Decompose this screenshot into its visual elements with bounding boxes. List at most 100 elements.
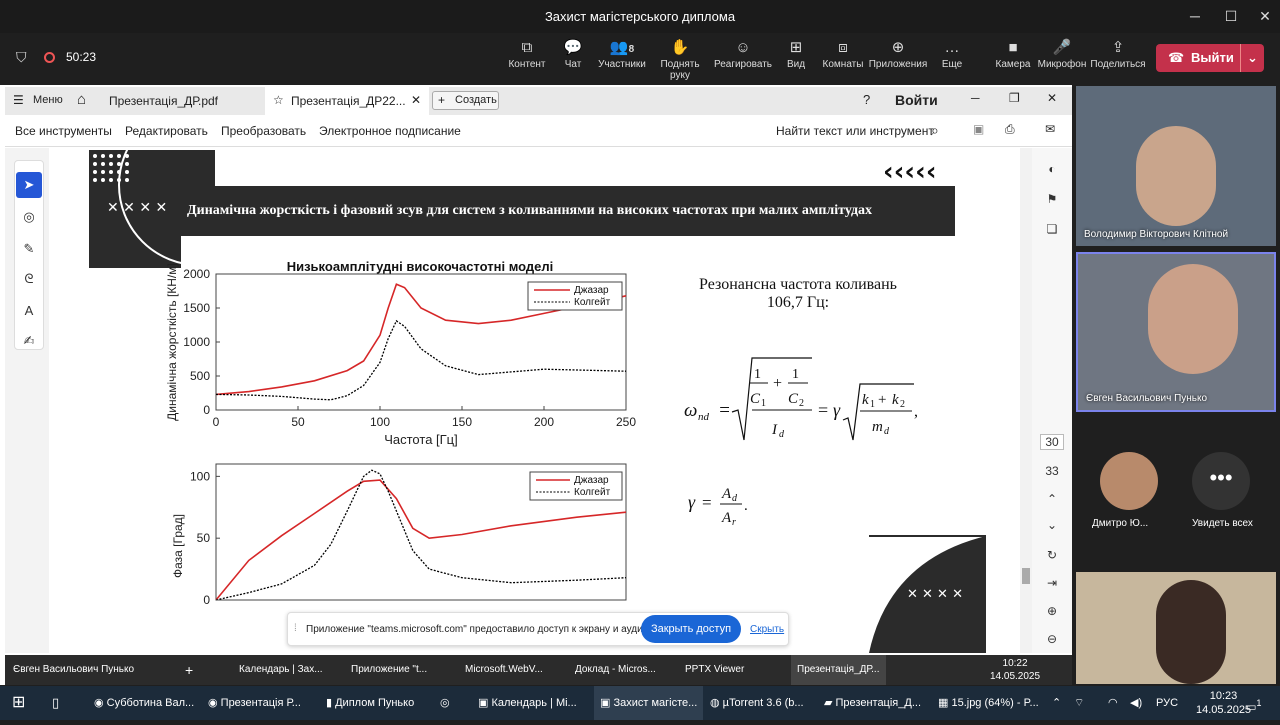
- react-button[interactable]: ☺ Реагировать: [713, 37, 773, 70]
- ellipsis-icon[interactable]: •••: [1192, 452, 1250, 510]
- home-icon[interactable]: ⌂: [77, 91, 86, 108]
- scrollbar-thumb[interactable]: [1022, 568, 1030, 584]
- video-tile-4[interactable]: [1076, 572, 1276, 684]
- avatar[interactable]: [1100, 452, 1158, 510]
- comment-icon[interactable]: ◎: [16, 204, 42, 230]
- task-item-5[interactable]: ▣ Захист магісте...: [594, 686, 704, 720]
- maximize-button[interactable]: ❐: [1009, 91, 1020, 105]
- all-tools-link[interactable]: Все инструменты: [15, 124, 112, 138]
- scrollbar[interactable]: [1020, 148, 1032, 653]
- tray-chevron-icon[interactable]: ⌃: [1052, 686, 1061, 720]
- mic-button[interactable]: 🎤 Микрофон: [1032, 37, 1092, 70]
- network-icon[interactable]: ⌔: [1074, 686, 1084, 720]
- bookmark-icon[interactable]: ⚑: [1040, 192, 1064, 206]
- chevron-down-icon[interactable]: ⌄: [1040, 518, 1064, 532]
- print-icon[interactable]: ⎙: [1005, 122, 1015, 137]
- tab-pdf-2[interactable]: ☆ Презентація_ДР22... ✕: [265, 87, 429, 115]
- export-icon[interactable]: ⇥: [1040, 576, 1064, 590]
- video-tile-1[interactable]: Володимир Вікторович Клітной: [1076, 86, 1276, 246]
- share-button[interactable]: ⇪ Поделиться: [1088, 37, 1148, 70]
- inner-task-report[interactable]: Доклад - Micros...: [575, 655, 656, 685]
- search-icon[interactable]: ⌕: [931, 122, 939, 139]
- help-icon[interactable]: ?: [863, 92, 870, 107]
- esign-link[interactable]: Электронное подписание: [319, 124, 461, 138]
- signature-icon[interactable]: ✍: [16, 328, 42, 354]
- task-item-4[interactable]: ▣ Календарь | Мі...: [478, 686, 577, 720]
- page-total: 33: [1045, 464, 1059, 478]
- svg-text:C: C: [788, 391, 799, 407]
- wifi-icon[interactable]: ◠: [1108, 686, 1118, 720]
- chrome-icon[interactable]: ◎: [440, 686, 450, 720]
- svg-text:r: r: [732, 517, 736, 528]
- comments-icon[interactable]: ◐: [1040, 162, 1064, 176]
- signin-button[interactable]: Войти: [895, 92, 938, 108]
- close-tab-icon[interactable]: ✕: [411, 93, 421, 107]
- svg-text:.: .: [744, 498, 748, 514]
- participants-button[interactable]: 👥8 Участники: [592, 37, 652, 70]
- menu-button[interactable]: Меню: [33, 94, 63, 106]
- files-icon[interactable]: ▯: [52, 686, 59, 720]
- new-tab-button[interactable]: + Создать: [432, 91, 499, 110]
- rooms-button[interactable]: ⧈ Комнаты: [813, 37, 873, 70]
- chevron-down-icon[interactable]: ⌄: [1240, 44, 1258, 72]
- zoom-in-icon[interactable]: ⊕: [1040, 604, 1064, 618]
- svg-text:m: m: [872, 419, 883, 435]
- notification-icon[interactable]: ▭1: [1246, 686, 1262, 720]
- window-titlebar: Захист магістерського диплома ─ ☐ ✕: [0, 0, 1280, 33]
- inner-task-app[interactable]: Приложение "t...: [351, 655, 427, 685]
- refresh-icon[interactable]: ↻: [1040, 548, 1064, 562]
- save-icon[interactable]: ▣: [973, 122, 984, 136]
- pdf-tabbar: ☰ Меню ⌂ Презентація_ДР.pdf ☆ Презентаці…: [5, 87, 1072, 115]
- see-all-link[interactable]: Увидеть всех: [1192, 518, 1253, 529]
- find-tool-input[interactable]: Найти текст или инструмент: [776, 124, 934, 138]
- clock[interactable]: 10:23 14.05.2025: [1196, 689, 1251, 723]
- svg-text:d: d: [732, 493, 738, 504]
- windows-taskbar: ⊞ ▯ ◉ Субботина Вал... ◉ Презентація Р..…: [0, 686, 1280, 720]
- raise-hand-button[interactable]: ✋ Поднять руку: [650, 37, 710, 81]
- language-indicator[interactable]: РУС: [1156, 686, 1178, 720]
- mail-icon[interactable]: ✉: [1045, 122, 1055, 136]
- pages-icon[interactable]: ❏: [1040, 222, 1064, 236]
- pen-icon[interactable]: ✎: [16, 236, 42, 262]
- hide-link[interactable]: Скрыть: [750, 624, 784, 635]
- task-item-2[interactable]: ◉ Презентація Р...: [208, 686, 301, 720]
- more-button[interactable]: … Еще: [922, 37, 982, 70]
- minimize-button[interactable]: ─: [1177, 0, 1213, 33]
- tab-pdf-1[interactable]: Презентація_ДР.pdf: [109, 94, 218, 108]
- minimize-button[interactable]: ─: [971, 91, 980, 105]
- close-button[interactable]: ✕: [1247, 0, 1280, 33]
- draw-loop-icon[interactable]: ᘓ: [16, 266, 42, 292]
- inner-task-calendar[interactable]: Календарь | Зах...: [239, 655, 323, 685]
- svg-text:+: +: [878, 392, 886, 408]
- task-item-8[interactable]: ▦ 15.jpg (64%) - P...: [938, 686, 1039, 720]
- svg-text:γ: γ: [688, 492, 696, 512]
- convert-link[interactable]: Преобразовать: [221, 124, 306, 138]
- x-tick-label: 50: [291, 415, 305, 429]
- omega-formula: ω nd = 1 C1 + 1 C2 Id = γ k1 + k2 md ,: [684, 357, 918, 441]
- plus-icon[interactable]: +: [185, 655, 193, 685]
- windows-start-icon[interactable]: ⊞: [12, 686, 25, 720]
- task-item-1[interactable]: ◉ Субботина Вал...: [94, 686, 194, 720]
- drag-handle-icon[interactable]: ⁞: [294, 623, 297, 634]
- text-select-icon[interactable]: A: [16, 298, 42, 324]
- inner-task-webview[interactable]: Microsoft.WebV...: [465, 655, 543, 685]
- video-tile-2[interactable]: Євген Васильович Пунько: [1076, 252, 1276, 412]
- inner-task-pptx[interactable]: PPTX Viewer: [685, 655, 744, 685]
- chevron-up-icon[interactable]: ⌃: [1040, 492, 1064, 506]
- close-button[interactable]: ✕: [1047, 91, 1057, 105]
- edit-link[interactable]: Редактировать: [125, 124, 208, 138]
- leave-button[interactable]: ☎ Выйти ⌄: [1156, 44, 1264, 72]
- page-number-input[interactable]: 30: [1040, 434, 1064, 450]
- zoom-out-icon[interactable]: ⊖: [1040, 632, 1064, 646]
- volume-icon[interactable]: ◀): [1130, 686, 1142, 720]
- inner-task-user[interactable]: Євген Васильович Пунько: [13, 655, 134, 685]
- stop-sharing-button[interactable]: Закрыть доступ: [641, 615, 741, 643]
- task-item-6[interactable]: ◍ µTorrent 3.6 (b...: [710, 686, 804, 720]
- inner-task-presentation[interactable]: Презентація_ДР...: [791, 655, 886, 685]
- apps-button[interactable]: ⊕ Приложения: [868, 37, 928, 70]
- task-item-7[interactable]: ▰ Презентація_Д...: [824, 686, 921, 720]
- maximize-button[interactable]: ☐: [1213, 0, 1249, 33]
- task-item-3[interactable]: ▮ Диплом Пунько: [326, 686, 414, 720]
- y-axis-label: Динамічна жорсткість [КН/м]: [165, 263, 179, 421]
- select-cursor-icon[interactable]: ➤: [16, 172, 42, 198]
